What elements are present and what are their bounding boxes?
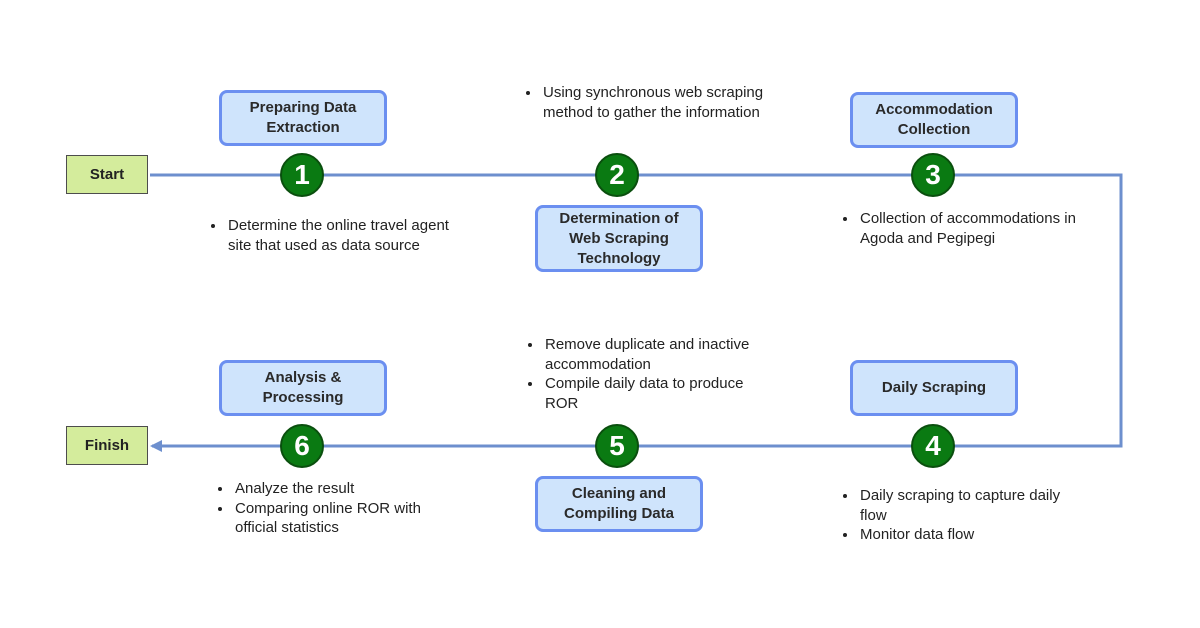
step-1-box: Preparing Data Extraction — [219, 90, 387, 146]
step-6-number: 6 — [280, 424, 324, 468]
note-item: Compile daily data to produce ROR — [543, 374, 753, 413]
note-item: Analyze the result — [233, 479, 443, 499]
step-1-number: 1 — [280, 153, 324, 197]
step-4-number: 4 — [911, 424, 955, 468]
step-2-box: Determination of Web Scraping Technology — [535, 205, 703, 272]
step-3-number: 3 — [911, 153, 955, 197]
note-item: Remove duplicate and inactive accommodat… — [543, 335, 753, 374]
note-item: Monitor data flow — [858, 525, 1078, 545]
step-2-number: 2 — [595, 153, 639, 197]
step-4-notes: Daily scraping to capture daily flow Mon… — [840, 486, 1078, 545]
note-item: Collection of accommodations in Agoda an… — [858, 209, 1088, 248]
step-5-number: 5 — [595, 424, 639, 468]
note-item: Comparing online ROR with official stati… — [233, 499, 443, 538]
step-5-box: Cleaning and Compiling Data — [535, 476, 703, 532]
step-1-notes: Determine the online travel agent site t… — [208, 216, 456, 255]
start-terminal: Start — [66, 155, 148, 194]
step-4-box: Daily Scraping — [850, 360, 1018, 416]
step-5-notes: Remove duplicate and inactive accommodat… — [525, 335, 753, 413]
step-3-box: Accommodation Collection — [850, 92, 1018, 148]
finish-terminal: Finish — [66, 426, 148, 465]
step-3-notes: Collection of accommodations in Agoda an… — [840, 209, 1088, 248]
step-2-notes: Using synchronous web scraping method to… — [523, 83, 771, 122]
step-6-notes: Analyze the result Comparing online ROR … — [215, 479, 443, 538]
note-item: Daily scraping to capture daily flow — [858, 486, 1078, 525]
note-item: Determine the online travel agent site t… — [226, 216, 456, 255]
step-6-box: Analysis & Processing — [219, 360, 387, 416]
process-flow-diagram: Start Finish Preparing Data Extraction D… — [0, 0, 1200, 628]
note-item: Using synchronous web scraping method to… — [541, 83, 771, 122]
